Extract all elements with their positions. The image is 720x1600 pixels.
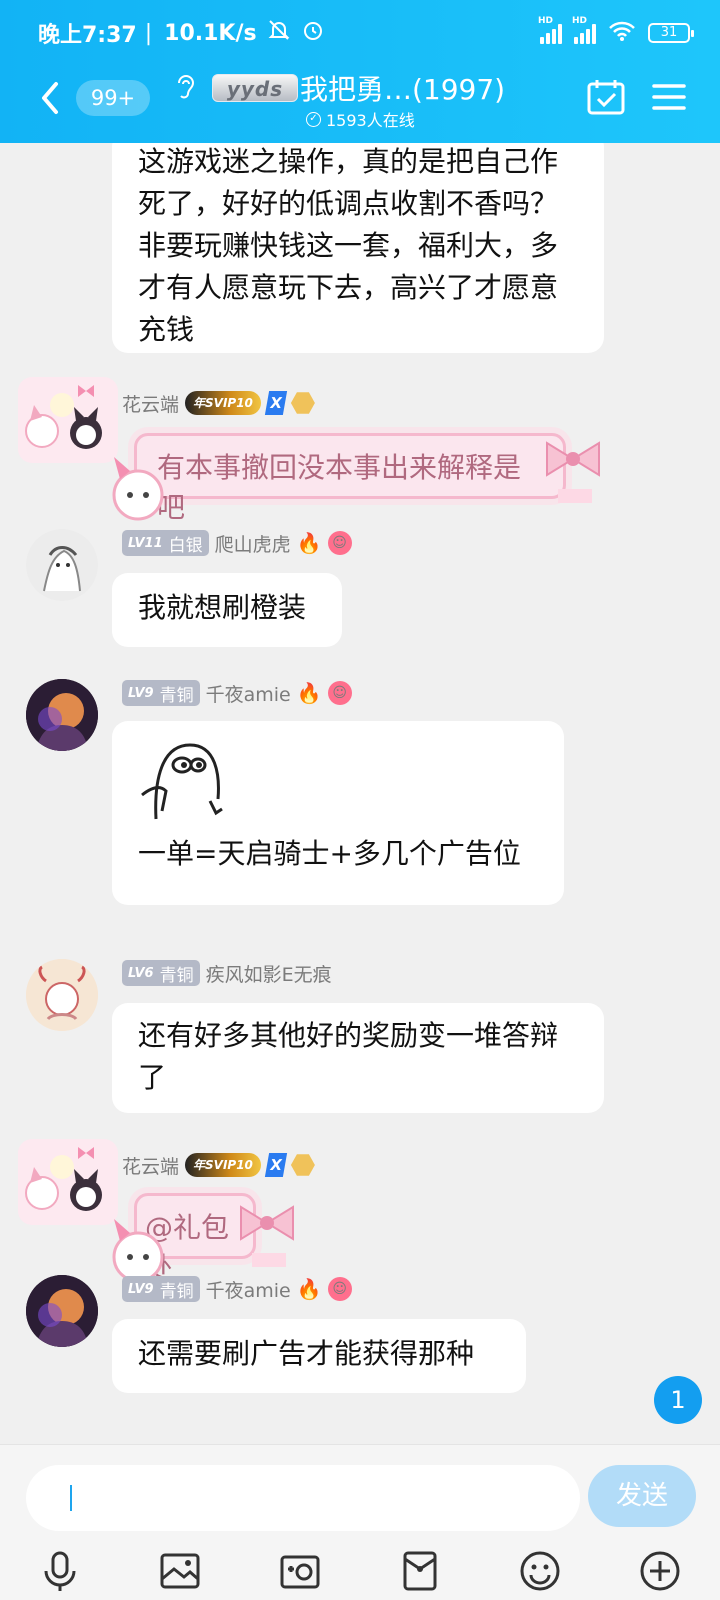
level-badge: LV9 青铜 (122, 680, 200, 706)
fire-icon: 🔥 (296, 681, 322, 705)
text-caret (70, 1485, 72, 1511)
message-bubble[interactable]: 这游戏迷之操作，真的是把自己作死了，好好的低调点收割不香吗？非要玩赚快钱这一套，… (112, 143, 604, 353)
bow-sticker-icon (528, 419, 618, 509)
microphone-icon[interactable] (38, 1549, 82, 1593)
plus-icon[interactable] (638, 1549, 682, 1593)
message-bubble[interactable]: 还需要刷广告才能获得那种 (112, 1319, 526, 1393)
sender-name[interactable]: 千夜amie (206, 680, 291, 707)
level-badge: LV6 青铜 (122, 960, 200, 986)
nav-bar: 99+ yyds 我把勇…(1997) ✓ 1593人在线 (0, 60, 720, 140)
ear-icon (174, 72, 198, 108)
input-bar: 发送 (0, 1444, 720, 1600)
smile-badge-icon: ☺ (327, 681, 352, 705)
svip-badge: 年SVIP10 (185, 391, 261, 415)
calendar-check-button[interactable] (586, 78, 626, 116)
mute-icon (267, 18, 291, 48)
message-bubble[interactable]: 有本事撤回没本事出来解释是吧 (134, 433, 566, 524)
sender-name[interactable]: 爬山虎虎 (215, 530, 291, 557)
unread-messages-badge[interactable]: 99+ (76, 80, 150, 116)
message-sender-meta: LV6 青铜 疾风如影E无痕 (122, 959, 332, 987)
message-bubble[interactable]: 一单=天启骑士+多几个广告位 (112, 721, 564, 905)
avatar[interactable] (26, 529, 98, 601)
online-count: 1593人在线 (326, 111, 415, 130)
send-button[interactable]: 发送 (588, 1465, 696, 1527)
peeking-sticker-icon (136, 735, 226, 825)
app-header: 晚上7:37 | 10.1K/s HD HD 31 99+ yyds 我把勇…(… (0, 0, 720, 143)
back-button[interactable] (36, 80, 64, 116)
sender-name[interactable]: 疾风如影E无痕 (206, 960, 332, 987)
network-speed: 10.1K/s (164, 20, 257, 46)
smile-badge-icon: ☺ (327, 1277, 352, 1301)
check-circle-icon: ✓ (306, 111, 321, 127)
message-list[interactable]: 这游戏迷之操作，真的是把自己作死了，好好的低调点收割不香吗？非要玩赚快钱这一套，… (0, 143, 720, 1456)
sender-name[interactable]: 花云端 (122, 1152, 179, 1179)
avatar[interactable] (26, 679, 98, 751)
honor-hexagon-icon (290, 392, 315, 414)
message-sender-meta: 花云端 年SVIP10 X (122, 1151, 315, 1179)
online-status: ✓ 1593人在线 (306, 107, 415, 131)
camera-icon[interactable] (278, 1549, 322, 1593)
message-bubble[interactable]: 我就想刷橙装 (112, 573, 342, 647)
image-icon[interactable] (158, 1549, 202, 1593)
battery-icon: 31 (648, 23, 694, 43)
message-sender-meta: LV11 白银 爬山虎虎 🔥 ☺ (122, 529, 352, 557)
message-bubble[interactable]: 还有好多其他好的奖励变一堆答辩了 (112, 1003, 604, 1113)
smile-badge-icon: ☺ (327, 531, 352, 555)
x-badge: X (264, 1153, 288, 1177)
level-badge: LV9 青铜 (122, 1276, 200, 1302)
signal-icon: HD (538, 16, 562, 44)
signal-icon: HD (572, 16, 596, 44)
alarm-icon (301, 18, 325, 48)
x-badge: X (264, 391, 288, 415)
wifi-icon (608, 20, 636, 46)
status-time: 晚上7:37 (38, 23, 137, 48)
level-badge: LV11 白银 (122, 530, 209, 556)
new-message-count-badge[interactable]: 1 (654, 1376, 702, 1424)
sender-name[interactable]: 千夜amie (206, 1276, 291, 1303)
message-sender-meta: LV9 青铜 千夜amie 🔥 ☺ (122, 1275, 352, 1303)
message-sender-meta: 花云端 年SVIP10 X (122, 389, 315, 417)
yyds-badge: yyds (212, 74, 298, 102)
red-packet-icon[interactable] (398, 1549, 442, 1593)
bow-sticker-icon (222, 1183, 312, 1273)
sender-name[interactable]: 花云端 (122, 390, 179, 417)
svip-badge: 年SVIP10 (185, 1153, 261, 1177)
status-bar: 晚上7:37 | 10.1K/s HD HD 31 (38, 16, 694, 50)
menu-button[interactable] (652, 82, 686, 112)
avatar[interactable] (26, 1275, 98, 1347)
avatar[interactable] (26, 959, 98, 1031)
honor-hexagon-icon (290, 1154, 315, 1176)
group-title[interactable]: 我把勇…(1997) (300, 68, 505, 108)
message-input[interactable] (26, 1465, 580, 1531)
melody-sticker-icon (96, 447, 186, 537)
message-sender-meta: LV9 青铜 千夜amie 🔥 ☺ (122, 679, 352, 707)
fire-icon: 🔥 (296, 531, 322, 555)
emoji-icon[interactable] (518, 1549, 562, 1593)
fire-icon: 🔥 (296, 1277, 322, 1301)
